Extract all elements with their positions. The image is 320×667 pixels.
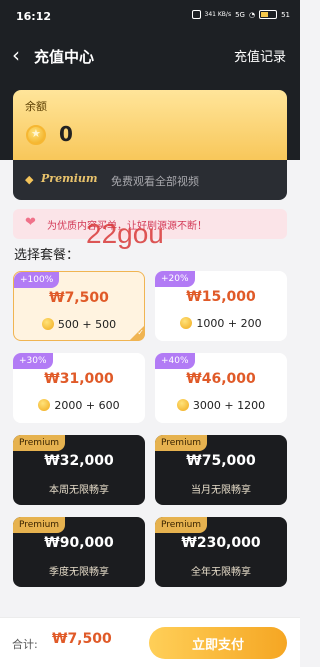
signal-label: 5G [235,10,245,19]
total-label: 合计: [12,638,38,651]
recharge-record-link[interactable]: 充值记录 [234,46,286,65]
premium-package-card[interactable]: Premium ₩75,000 当月无限畅享 [155,435,287,505]
package-description: 本周无限畅享 [49,485,109,496]
pay-now-button[interactable]: 立即支付 [149,627,287,659]
bonus-tag: +20% [155,271,195,287]
premium-description: 免费观看全部视频 [111,175,199,188]
premium-label: Premium [41,172,98,185]
heart-icon: ❤ [25,215,36,230]
package-description: 全年无限畅享 [191,567,251,578]
coin-amount: 3000 + 1200 [192,399,266,412]
package-price: ₩31,000 [44,371,114,387]
premium-tag: Premium [13,517,66,533]
package-price: ₩15,000 [186,289,256,305]
package-coins: 2000 + 600 [13,399,145,412]
premium-tag: Premium [13,435,66,451]
package-coins: 500 + 500 [14,318,144,331]
nav-bar: ‹ 充值中心 充值记录 [0,38,300,72]
package-card[interactable]: +100% ₩7,500 500 + 500 [13,271,145,341]
premium-package-card[interactable]: Premium ₩230,000 全年无限畅享 [155,517,287,587]
status-bar: 16:12 341 KB/s 5G ◔ 51 [0,0,300,34]
package-price: ₩230,000 [181,535,261,551]
premium-tag: Premium [155,517,208,533]
premium-package-card[interactable]: Premium ₩32,000 本周无限畅享 [13,435,145,505]
premium-bar[interactable]: ◆ Premium 免费观看全部视频 [13,160,287,200]
selected-check-icon [129,325,145,341]
watermark: 22gou [86,218,164,249]
diamond-icon: ◆ [25,173,34,186]
package-coins: 1000 + 200 [155,317,287,330]
back-arrow-icon[interactable]: ‹ [12,45,28,65]
package-card[interactable]: +40% ₩46,000 3000 + 1200 [155,353,287,423]
premium-package-card[interactable]: Premium ₩90,000 季度无限畅享 [13,517,145,587]
package-coins: 3000 + 1200 [155,399,287,412]
bonus-tag: +40% [155,353,195,369]
package-price: ₩46,000 [186,371,256,387]
package-description: 当月无限畅享 [191,485,251,496]
bonus-tag: +100% [14,272,60,288]
network-speed: 341 KB/s [204,11,232,18]
coin-amount: 500 + 500 [57,318,117,331]
battery-level: 51 [281,10,290,19]
status-icons: 341 KB/s 5G ◔ 51 [191,10,290,19]
alarm-icon [191,10,201,19]
coin-icon [176,399,189,411]
package-card[interactable]: +20% ₩15,000 1000 + 200 [155,271,287,341]
page-title: 充值中心 [34,48,95,66]
premium-tag: Premium [155,435,208,451]
coin-amount: 2000 + 600 [54,399,120,412]
bonus-tag: +30% [13,353,53,369]
battery-icon [259,10,278,19]
coin-icon [26,125,46,145]
coin-amount: 1000 + 200 [196,317,262,330]
section-title: 选择套餐： [14,248,80,263]
coin-icon [38,399,51,411]
balance-label: 余额 [25,100,47,113]
coin-icon [41,318,54,330]
package-price: ₩90,000 [44,535,114,551]
package-card[interactable]: +30% ₩31,000 2000 + 600 [13,353,145,423]
wifi-icon: ◔ [248,10,256,19]
package-price: ₩32,000 [44,453,114,469]
total-value: ₩7,500 [52,631,112,647]
package-price: ₩7,500 [49,290,109,306]
bottom-bar: 合计: ₩7,500 立即支付 [0,617,300,667]
package-description: 季度无限畅享 [49,567,109,578]
balance-value: 0 [59,122,73,146]
package-price: ₩75,000 [186,453,256,469]
status-time: 16:12 [16,10,52,23]
balance-card: 余额 0 [13,90,287,160]
coin-icon [180,317,193,329]
